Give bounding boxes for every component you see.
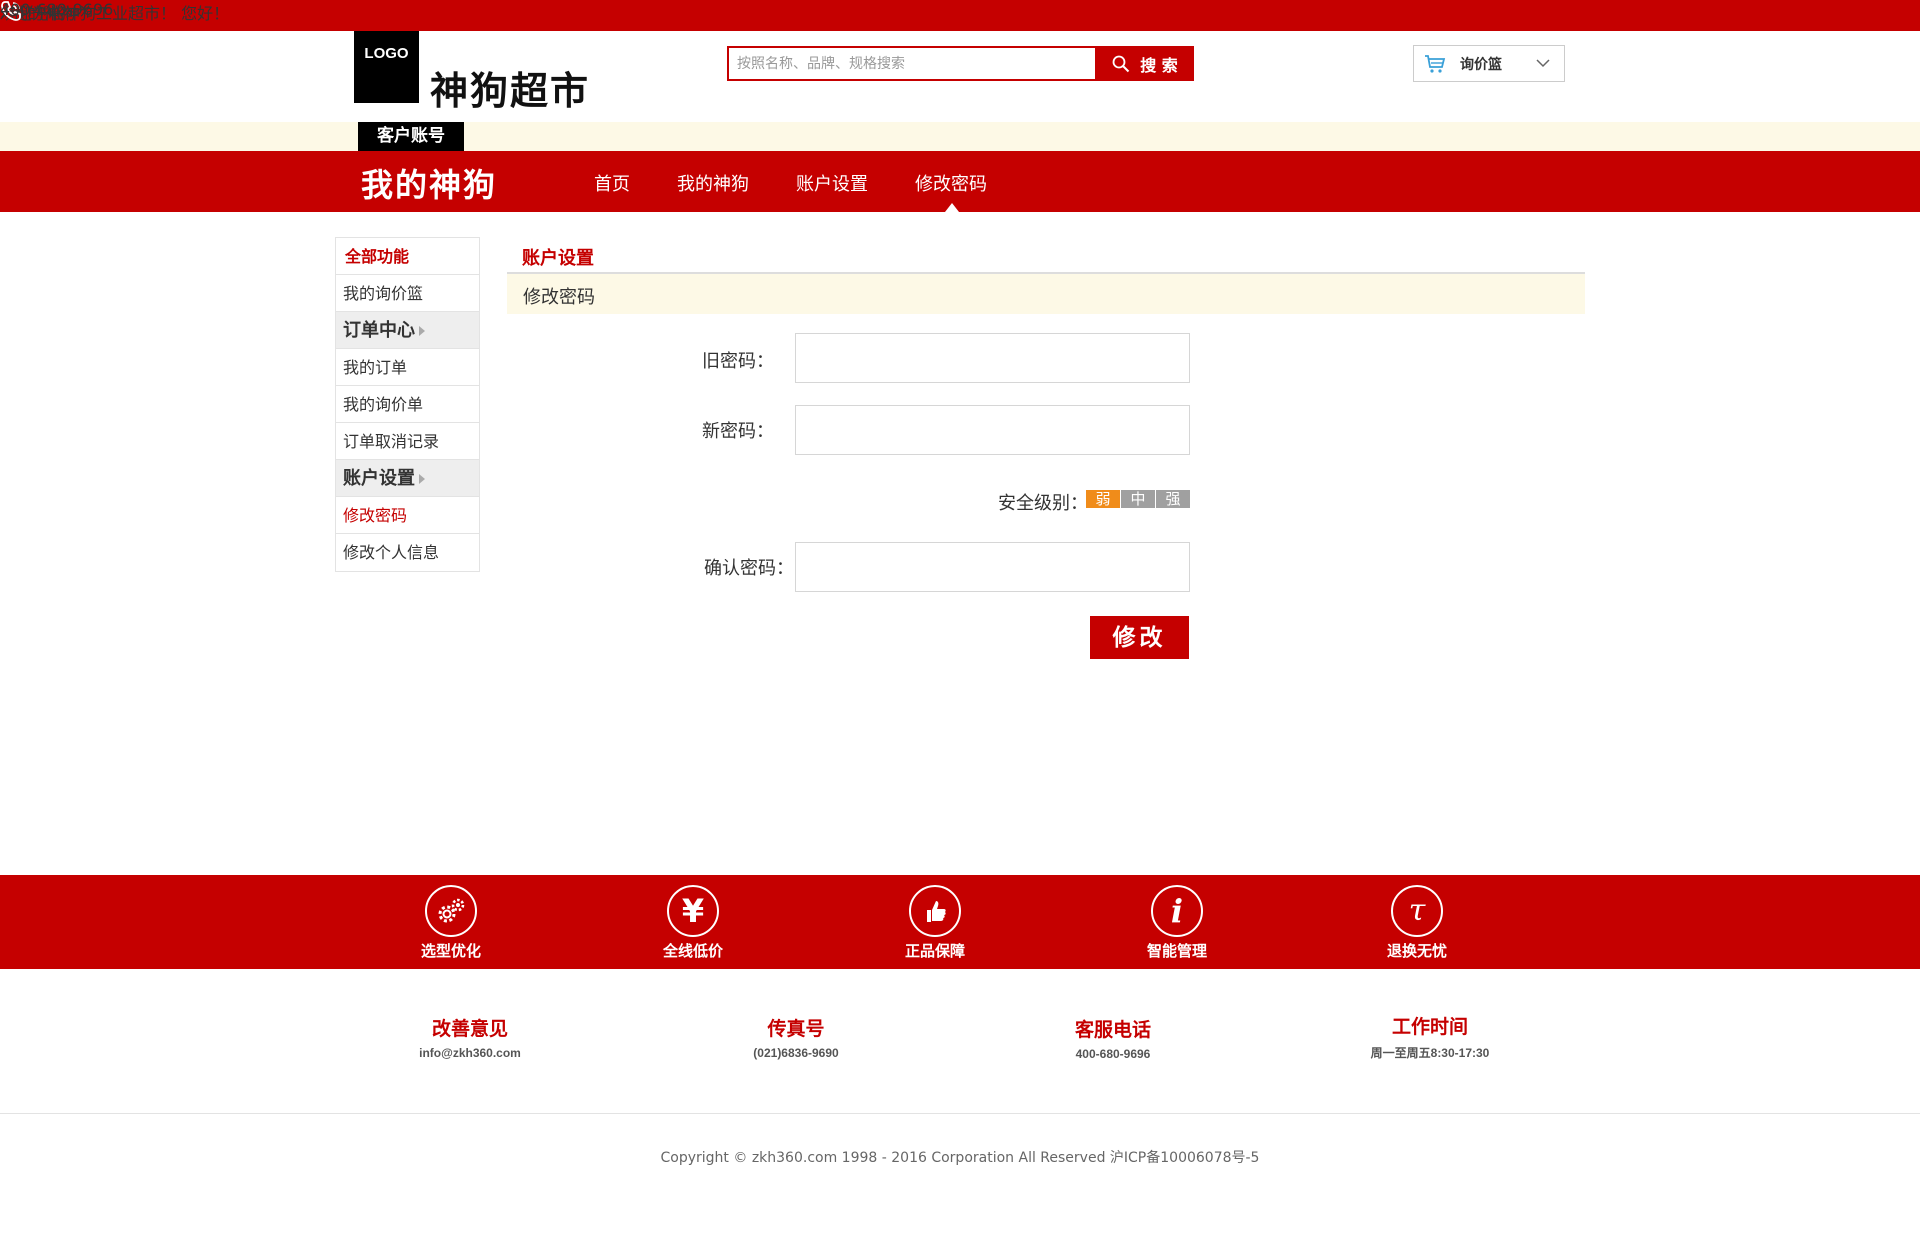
contact-fax: 传真号 (021)6836-9690 [696,1014,896,1060]
strength-weak: 弱 [1086,490,1120,508]
section-title: 账户设置 [522,248,594,269]
nav-item-account-settings[interactable]: 账户设置 [796,170,868,196]
triangle-right-icon [419,326,425,336]
page-title: 修改密码 [523,287,595,308]
feature-low-price: ¥ 全线低价 [633,885,753,961]
search-button-label: 搜 索 [1140,55,1178,75]
confirm-password-field[interactable] [795,542,1190,592]
sidebar-group-account[interactable]: 账户设置 [336,460,479,497]
search-button[interactable]: 搜 索 [1096,46,1194,81]
sidebar-head: 全部功能 [336,238,479,275]
sidebar-item-inquiry-basket[interactable]: 我的询价篮 [336,275,479,312]
sidebar-item-my-orders[interactable]: 我的订单 [336,349,479,386]
contact-service-phone: 客服电话 400-680-9696 [1013,1015,1213,1061]
new-password-label: 新密码： [702,421,774,442]
feature-label: 选型优化 [420,942,481,960]
nav-item-change-password[interactable]: 修改密码 [915,170,987,196]
contact-title: 客服电话 [1074,1019,1151,1041]
subtitle-bar [507,274,1585,314]
feature-label: 正品保障 [904,942,965,960]
old-password-field[interactable] [795,333,1190,383]
site-name: 神狗超市 [430,69,591,113]
feature-label: 退换无忧 [1386,942,1447,960]
contact-title: 传真号 [767,1018,825,1040]
strength-strong: 强 [1156,490,1190,508]
return-icon: τ [1391,885,1443,937]
nav-item-my-shengou[interactable]: 我的神狗 [677,170,749,196]
yen-icon: ¥ [667,885,719,937]
sidebar-group-label: 账户设置 [343,468,415,489]
feature-selection: 选型优化 [391,885,511,961]
triangle-right-icon [419,474,425,484]
feature-authentic: 正品保障 [875,885,995,961]
nav-item-home[interactable]: 首页 [594,170,630,196]
hotline-number: 400-680-9696 [0,0,114,19]
sidebar: 全部功能 我的询价篮 订单中心 我的订单 我的询价单 订单取消记录 账户设置 修… [335,237,480,572]
feature-label: 智能管理 [1146,942,1207,960]
cart-icon [1425,54,1446,73]
inquiry-basket-dropdown[interactable]: 询价篮 [1413,45,1565,82]
search-icon [1112,55,1130,72]
contact-value: 周一至周五8:30-17:30 [1370,1046,1490,1060]
chevron-down-icon [1536,59,1550,68]
contact-value: 400-680-9696 [1075,1047,1151,1061]
strength-medium: 中 [1121,490,1155,508]
contact-title: 工作时间 [1391,1016,1468,1038]
contact-working-hours: 工作时间 周一至周五8:30-17:30 [1330,1012,1530,1061]
new-password-field[interactable] [795,405,1190,455]
logo[interactable]: LOGO [354,31,419,103]
feature-smart-management: i 智能管理 [1117,885,1237,961]
search-input[interactable] [727,46,1097,81]
confirm-password-label: 确认密码： [704,558,794,579]
footer-divider [0,1113,1920,1114]
old-password-label: 旧密码： [702,351,774,372]
copyright: Copyright © zkh360.com 1998 - 2016 Corpo… [660,1150,1260,1166]
account-strip [0,122,1920,151]
info-icon: i [1151,885,1203,937]
submit-button[interactable]: 修改 [1090,616,1189,659]
sidebar-item-edit-profile[interactable]: 修改个人信息 [336,534,479,571]
cart-label: 询价篮 [1460,56,1502,73]
contact-value[interactable]: info@zkh360.com [370,1046,570,1060]
sidebar-item-my-inquiries[interactable]: 我的询价单 [336,386,479,423]
active-nav-caret [945,203,959,212]
strength-label: 安全级别： [998,493,1088,514]
sidebar-item-cancelled-orders[interactable]: 订单取消记录 [336,423,479,460]
contact-title: 改善意见 [431,1018,508,1040]
gears-icon [425,885,477,937]
sidebar-item-change-password[interactable]: 修改密码 [336,497,479,534]
feature-easy-return: τ 退换无忧 [1357,885,1477,961]
sidebar-group-orders[interactable]: 订单中心 [336,312,479,349]
sidebar-group-label: 订单中心 [343,320,415,341]
feature-label: 全线低价 [662,942,723,960]
nav-title: 我的神狗 [361,166,498,204]
customer-account-tab[interactable]: 客户账号 [358,122,464,151]
phone-icon [0,0,1920,31]
contact-value: (021)6836-9690 [753,1046,839,1060]
contact-feedback: 改善意见 info@zkh360.com [370,1014,570,1060]
thumbs-up-icon [909,885,961,937]
